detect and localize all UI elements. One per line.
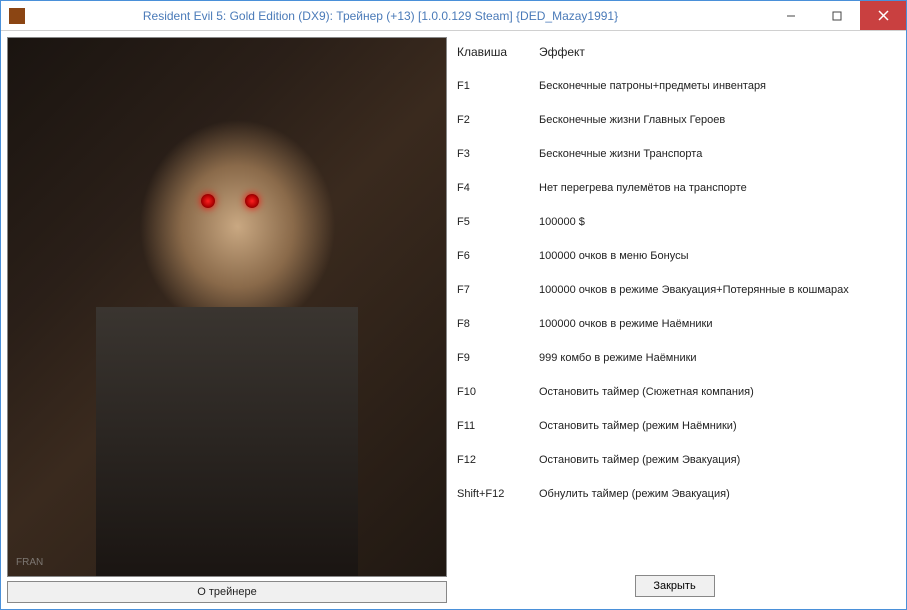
cheat-row: F3Бесконечные жизни Транспорта bbox=[457, 137, 892, 171]
cheat-effect: Остановить таймер (режим Эвакуация) bbox=[539, 454, 892, 466]
cheat-row: F7100000 очков в режиме Эвакуация+Потеря… bbox=[457, 273, 892, 307]
app-icon bbox=[9, 8, 25, 24]
header-key: Клавиша bbox=[457, 45, 539, 59]
cheat-effect: Бесконечные жизни Главных Героев bbox=[539, 114, 892, 126]
cheat-row: F1Бесконечные патроны+предметы инвентаря bbox=[457, 69, 892, 103]
cheat-effect: Бесконечные патроны+предметы инвентаря bbox=[539, 80, 892, 92]
cheat-key: F7 bbox=[457, 284, 539, 296]
cheat-effect: Остановить таймер (Сюжетная компания) bbox=[539, 386, 892, 398]
content-area: FRAN О трейнере Клавиша Эффект F1Бесконе… bbox=[1, 31, 906, 609]
cheat-row: F9999 комбо в режиме Наёмники bbox=[457, 341, 892, 375]
close-icon bbox=[878, 10, 889, 21]
cheat-effect: 999 комбо в режиме Наёмники bbox=[539, 352, 892, 364]
left-panel: FRAN О трейнере bbox=[7, 37, 447, 603]
artwork-watermark: FRAN bbox=[16, 557, 43, 568]
cheat-effect: 100000 очков в режиме Эвакуация+Потерянн… bbox=[539, 284, 892, 296]
artwork-eye-left bbox=[201, 194, 215, 208]
bottom-bar: Закрыть bbox=[457, 569, 892, 599]
window-title: Resident Evil 5: Gold Edition (DX9): Тре… bbox=[33, 9, 768, 23]
close-button[interactable]: Закрыть bbox=[635, 575, 715, 597]
cheat-key: F9 bbox=[457, 352, 539, 364]
cheat-row: F5100000 $ bbox=[457, 205, 892, 239]
cheat-effect: Остановить таймер (режим Наёмники) bbox=[539, 420, 892, 432]
cheat-effect: Нет перегрева пулемётов на транспорте bbox=[539, 182, 892, 194]
cheat-key: F12 bbox=[457, 454, 539, 466]
cheat-effect: Обнулить таймер (режим Эвакуация) bbox=[539, 488, 892, 500]
cheat-key: F1 bbox=[457, 80, 539, 92]
cheat-key: F3 bbox=[457, 148, 539, 160]
cheat-row: F11Остановить таймер (режим Наёмники) bbox=[457, 409, 892, 443]
cheat-effect: Бесконечные жизни Транспорта bbox=[539, 148, 892, 160]
game-artwork: FRAN bbox=[7, 37, 447, 577]
header-effect: Эффект bbox=[539, 45, 892, 59]
artwork-eye-right bbox=[245, 194, 259, 208]
maximize-icon bbox=[832, 11, 842, 21]
cheat-row: F12Остановить таймер (режим Эвакуация) bbox=[457, 443, 892, 477]
cheat-key: F5 bbox=[457, 216, 539, 228]
cheat-row: F10Остановить таймер (Сюжетная компания) bbox=[457, 375, 892, 409]
cheat-list: F1Бесконечные патроны+предметы инвентаря… bbox=[457, 69, 892, 569]
cheat-row: F4Нет перегрева пулемётов на транспорте bbox=[457, 171, 892, 205]
cheat-effect: 100000 очков в режиме Наёмники bbox=[539, 318, 892, 330]
cheat-key: F2 bbox=[457, 114, 539, 126]
right-panel: Клавиша Эффект F1Бесконечные патроны+пре… bbox=[453, 37, 900, 603]
titlebar[interactable]: Resident Evil 5: Gold Edition (DX9): Тре… bbox=[1, 1, 906, 31]
cheat-row: F6100000 очков в меню Бонусы bbox=[457, 239, 892, 273]
cheat-key: F4 bbox=[457, 182, 539, 194]
app-window: Resident Evil 5: Gold Edition (DX9): Тре… bbox=[0, 0, 907, 610]
minimize-button[interactable] bbox=[768, 1, 814, 30]
table-header: Клавиша Эффект bbox=[457, 41, 892, 69]
cheat-row: Shift+F12Обнулить таймер (режим Эвакуаци… bbox=[457, 477, 892, 511]
cheat-key: Shift+F12 bbox=[457, 488, 539, 500]
window-controls bbox=[768, 1, 906, 30]
cheat-key: F8 bbox=[457, 318, 539, 330]
cheat-key: F11 bbox=[457, 420, 539, 432]
cheat-effect: 100000 $ bbox=[539, 216, 892, 228]
about-button[interactable]: О трейнере bbox=[7, 581, 447, 603]
maximize-button[interactable] bbox=[814, 1, 860, 30]
cheat-effect: 100000 очков в меню Бонусы bbox=[539, 250, 892, 262]
cheat-key: F6 bbox=[457, 250, 539, 262]
minimize-icon bbox=[786, 11, 796, 21]
cheat-key: F10 bbox=[457, 386, 539, 398]
window-close-button[interactable] bbox=[860, 1, 906, 30]
cheat-row: F8100000 очков в режиме Наёмники bbox=[457, 307, 892, 341]
cheat-row: F2Бесконечные жизни Главных Героев bbox=[457, 103, 892, 137]
